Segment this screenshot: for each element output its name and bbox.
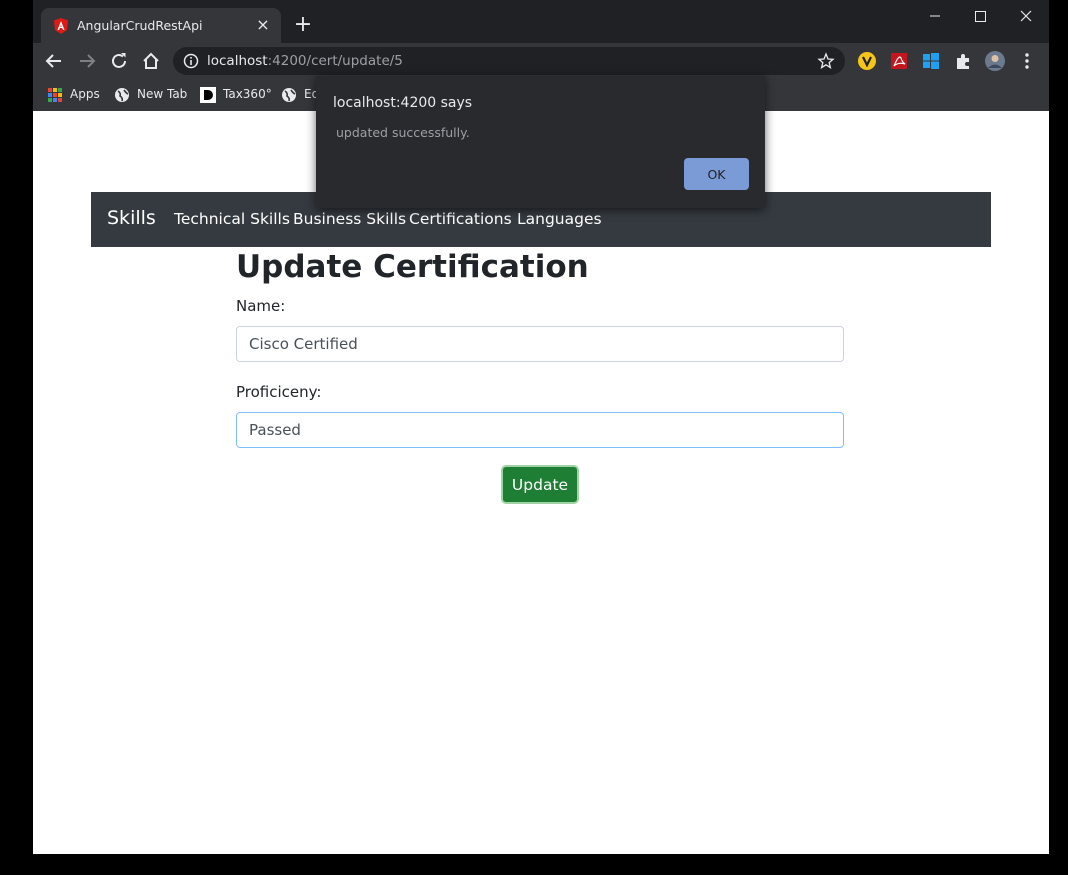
maximize-icon[interactable] — [969, 6, 991, 26]
angular-logo-icon — [54, 18, 68, 34]
bookmark-label: New Tab — [137, 87, 188, 101]
url-host: localhost — [207, 53, 268, 69]
nav-link-certifications[interactable]: Certifications — [409, 210, 512, 228]
url-path: :4200/cert/update/5 — [267, 53, 403, 69]
d-logo-icon — [200, 87, 216, 103]
close-window-icon[interactable] — [1015, 6, 1037, 26]
navbar-brand[interactable]: Skills — [107, 207, 156, 229]
pdf-extension-icon[interactable] — [888, 50, 910, 72]
address-bar[interactable]: localhost:4200/cert/update/5 — [173, 47, 845, 75]
home-icon[interactable] — [140, 50, 162, 72]
puzzle-extensions-icon[interactable] — [952, 50, 974, 72]
new-tab-icon[interactable]: + — [292, 14, 314, 36]
proficiency-input[interactable] — [236, 412, 844, 448]
page-content: Skills Technical Skills Business Skills … — [33, 111, 1049, 854]
tab-title: AngularCrudRestApi — [77, 18, 203, 33]
windows-extension-icon[interactable] — [920, 50, 942, 72]
title-bar: AngularCrudRestApi × + — [33, 0, 1049, 43]
v-extension-icon[interactable] — [856, 50, 878, 72]
dialog-message: updated successfully. — [336, 125, 470, 140]
page-title: Update Certification — [236, 249, 589, 285]
globe-icon — [281, 87, 297, 103]
dialog-title: localhost:4200 says — [333, 95, 473, 111]
apps-grid-icon — [47, 87, 63, 103]
dialog-ok-button[interactable]: OK — [684, 158, 749, 190]
minimize-icon[interactable] — [924, 6, 946, 26]
nav-link-business-skills[interactable]: Business Skills — [293, 210, 406, 228]
nav-link-languages[interactable]: Languages — [517, 210, 602, 228]
browser-window: AngularCrudRestApi × + localhost:4200/ce… — [33, 0, 1049, 854]
alert-dialog: localhost:4200 says updated successfully… — [316, 76, 765, 208]
proficiency-label: Proficiceny: — [236, 383, 322, 401]
nav-link-technical-skills[interactable]: Technical Skills — [174, 210, 290, 228]
bookmark-label: Apps — [70, 87, 100, 101]
browser-toolbar: localhost:4200/cert/update/5 — [33, 43, 1049, 79]
forward-arrow-icon[interactable] — [76, 50, 98, 72]
globe-icon — [114, 87, 130, 103]
profile-avatar-icon[interactable] — [984, 50, 1006, 72]
bookmark-label: Tax360° — [223, 87, 272, 101]
back-arrow-icon[interactable] — [43, 50, 65, 72]
reload-icon[interactable] — [108, 50, 130, 72]
browser-tab[interactable]: AngularCrudRestApi × — [41, 8, 281, 43]
update-button[interactable]: Update — [501, 465, 579, 504]
menu-kebab-icon[interactable] — [1016, 50, 1038, 72]
bookmark-star-icon[interactable] — [817, 52, 835, 74]
tab-close-icon[interactable]: × — [254, 16, 272, 34]
name-input[interactable] — [236, 326, 844, 362]
site-info-icon[interactable] — [183, 53, 199, 73]
url-text: localhost:4200/cert/update/5 — [207, 53, 403, 69]
name-label: Name: — [236, 297, 286, 315]
